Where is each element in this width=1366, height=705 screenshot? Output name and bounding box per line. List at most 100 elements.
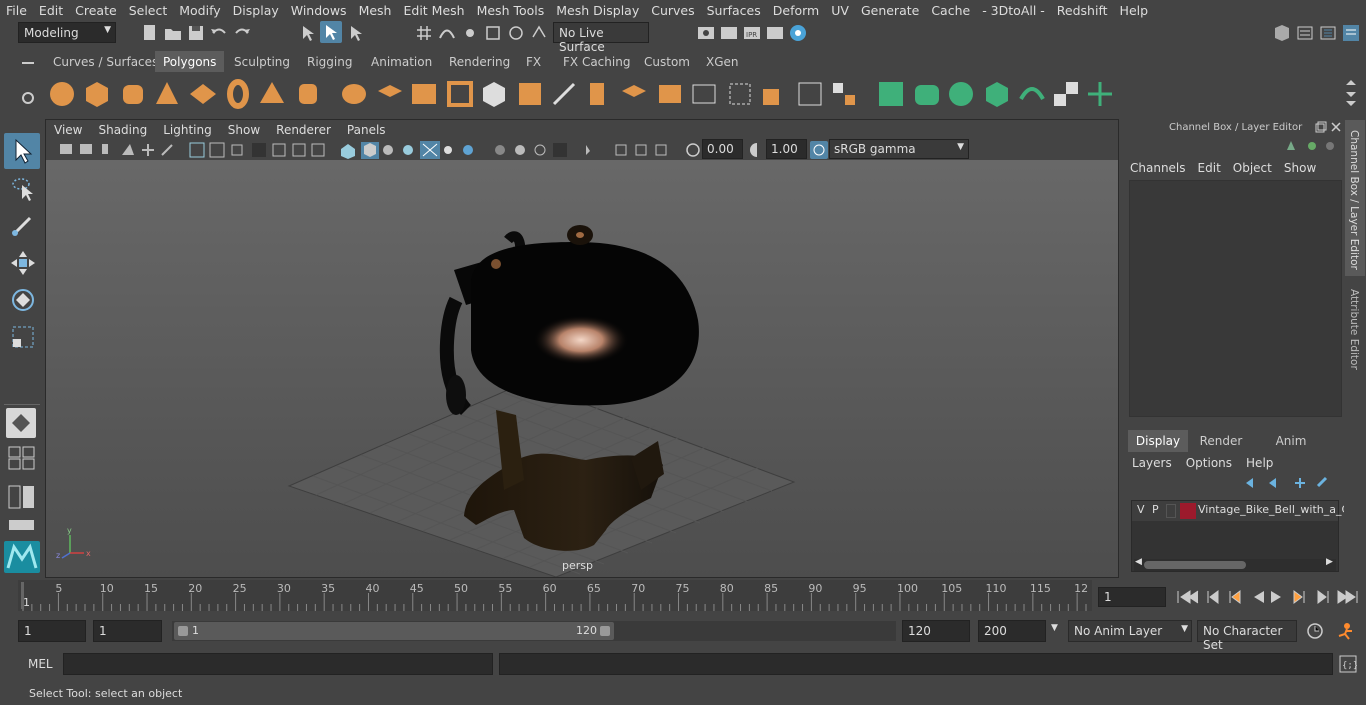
- scene-start-field[interactable]: 1: [18, 620, 86, 642]
- uv-planar-icon[interactable]: [876, 79, 906, 109]
- uv-checker-icon[interactable]: [1051, 79, 1081, 109]
- channel-box-icon[interactable]: [1341, 23, 1361, 43]
- range-slider-end-grip[interactable]: [600, 626, 610, 636]
- bridge-icon[interactable]: [515, 79, 545, 109]
- layer-menu-options[interactable]: Options: [1186, 456, 1232, 470]
- poly-pipe-icon[interactable]: [293, 79, 323, 109]
- range-slider-handle[interactable]: 1 120: [174, 622, 614, 640]
- poly-cone-icon[interactable]: [152, 79, 182, 109]
- layer-row[interactable]: V P Vintage_Bike_Bell_with_a_C: [1132, 501, 1349, 521]
- shelf-tab-curves-surfaces[interactable]: Curves / Surfaces: [45, 51, 166, 72]
- scroll-left-icon[interactable]: ◀: [1135, 557, 1142, 567]
- uv-cylindrical-icon[interactable]: [912, 79, 942, 109]
- layer-action-icons[interactable]: [1242, 474, 1342, 492]
- viewport-menu-view[interactable]: View: [46, 123, 90, 137]
- viewport-toolbar-icons-2[interactable]: [551, 140, 681, 160]
- lasso-tool-icon[interactable]: [8, 173, 38, 203]
- layer-tab-render[interactable]: Render: [1190, 430, 1252, 452]
- hypershade-icon[interactable]: [788, 23, 808, 43]
- booleans-icon[interactable]: [409, 79, 439, 109]
- attribute-editor-icon[interactable]: [1318, 23, 1338, 43]
- ipr-render-icon[interactable]: IPR: [742, 23, 762, 43]
- layer-type-toggle[interactable]: [1166, 504, 1176, 518]
- layer-visibility-toggle[interactable]: V: [1137, 503, 1145, 516]
- menu-mesh-display[interactable]: Mesh Display: [550, 3, 645, 18]
- cleanup-icon[interactable]: [829, 79, 859, 109]
- shelf-tab-sculpting[interactable]: Sculpting: [226, 51, 298, 72]
- menu-mesh[interactable]: Mesh: [353, 3, 398, 18]
- current-frame-field[interactable]: 1: [1098, 587, 1166, 607]
- channel-box-tool-icons[interactable]: [1285, 138, 1337, 154]
- scene-end-field[interactable]: 200: [978, 620, 1046, 642]
- render-frame-icon[interactable]: [719, 23, 739, 43]
- channel-menu-show[interactable]: Show: [1284, 161, 1316, 175]
- fill-hole-icon[interactable]: [689, 79, 719, 109]
- menu-mesh-tools[interactable]: Mesh Tools: [471, 3, 551, 18]
- menu-redshift[interactable]: Redshift: [1051, 3, 1114, 18]
- close-icon[interactable]: [1330, 121, 1342, 133]
- merge-icon[interactable]: [759, 79, 789, 109]
- viewport-menu-renderer[interactable]: Renderer: [268, 123, 339, 137]
- playback-end-field[interactable]: 120: [902, 620, 970, 642]
- extract-icon[interactable]: [375, 79, 405, 109]
- playback-controls[interactable]: [1174, 588, 1360, 606]
- select-object-button[interactable]: [320, 21, 342, 43]
- viewport-menu-show[interactable]: Show: [220, 123, 268, 137]
- target-weld-icon[interactable]: [725, 79, 755, 109]
- gear-icon[interactable]: [20, 90, 36, 106]
- color-management-icon[interactable]: [810, 140, 828, 160]
- snap-surface-icon[interactable]: [506, 23, 526, 43]
- rotate-tool-icon[interactable]: [8, 285, 38, 315]
- snap-curve-icon[interactable]: [437, 23, 457, 43]
- menu-deform[interactable]: Deform: [767, 3, 825, 18]
- insert-edge-loop-icon[interactable]: [619, 79, 649, 109]
- layer-name[interactable]: Vintage_Bike_Bell_with_a_C: [1198, 503, 1349, 516]
- poly-cube-icon[interactable]: [82, 79, 112, 109]
- shelf-tab-fx[interactable]: FX: [518, 51, 549, 72]
- select-tool-button[interactable]: [4, 133, 40, 169]
- anim-layer-dropdown[interactable]: No Anim Layer ▼: [1068, 620, 1192, 642]
- save-scene-icon[interactable]: [186, 23, 206, 43]
- menu-3dtoall[interactable]: - 3DtoAll -: [976, 3, 1051, 18]
- combine-icon[interactable]: [339, 79, 369, 109]
- mel-input[interactable]: [63, 653, 493, 675]
- menu-help[interactable]: Help: [1114, 3, 1155, 18]
- range-slider-track[interactable]: 1 120: [172, 621, 896, 641]
- uv-editor-icon[interactable]: [1085, 79, 1115, 109]
- shelf-tab-xgen[interactable]: XGen: [698, 51, 747, 72]
- gamma-field[interactable]: 1.00: [766, 139, 807, 159]
- layer-color-swatch[interactable]: [1180, 503, 1196, 519]
- color-space-dropdown[interactable]: sRGB gamma ▼: [829, 139, 969, 159]
- viewport-menu-shading[interactable]: Shading: [90, 123, 155, 137]
- playback-start-field[interactable]: 1: [93, 620, 162, 642]
- snap-point-icon[interactable]: [460, 23, 480, 43]
- undo-icon[interactable]: [209, 23, 229, 43]
- menu-uv[interactable]: UV: [825, 3, 855, 18]
- poly-pyramid-icon[interactable]: [257, 79, 287, 109]
- shelf-tab-animation[interactable]: Animation: [363, 51, 440, 72]
- 3d-scene-view[interactable]: y x z persp: [46, 160, 1118, 578]
- multi-cut-icon[interactable]: [584, 79, 614, 109]
- modeling-toolkit-icon[interactable]: [1295, 23, 1315, 43]
- menu-create[interactable]: Create: [69, 3, 123, 18]
- smooth-icon[interactable]: [445, 79, 475, 109]
- range-slider-start-grip[interactable]: [178, 626, 188, 636]
- layer-scrollbar[interactable]: ◀ ▶: [1134, 557, 1336, 571]
- paint-select-icon[interactable]: [8, 210, 38, 240]
- open-scene-icon[interactable]: [163, 23, 183, 43]
- shelf-tab-rendering[interactable]: Rendering: [441, 51, 518, 72]
- poly-cylinder-icon[interactable]: [118, 79, 148, 109]
- redo-icon[interactable]: [232, 23, 252, 43]
- uv-layout-icon[interactable]: [1017, 79, 1047, 109]
- snap-view-icon[interactable]: [483, 23, 503, 43]
- shelf-tab-custom[interactable]: Custom: [636, 51, 698, 72]
- menu-windows[interactable]: Windows: [285, 3, 353, 18]
- menu-file[interactable]: File: [0, 3, 33, 18]
- channel-menu-edit[interactable]: Edit: [1198, 161, 1221, 175]
- viewport-toolbar-icons[interactable]: [58, 140, 558, 160]
- chevron-down-icon[interactable]: ▼: [1051, 623, 1058, 633]
- animation-preferences-icon[interactable]: [1335, 622, 1355, 640]
- channel-menu-object[interactable]: Object: [1233, 161, 1272, 175]
- time-ruler[interactable]: 5 10 15 20 25 30 35 40 45 50 55 60 65 70 75 80 85 90 95 100…: [18, 580, 1092, 611]
- shelf-tab-fx-caching[interactable]: FX Caching: [555, 51, 638, 72]
